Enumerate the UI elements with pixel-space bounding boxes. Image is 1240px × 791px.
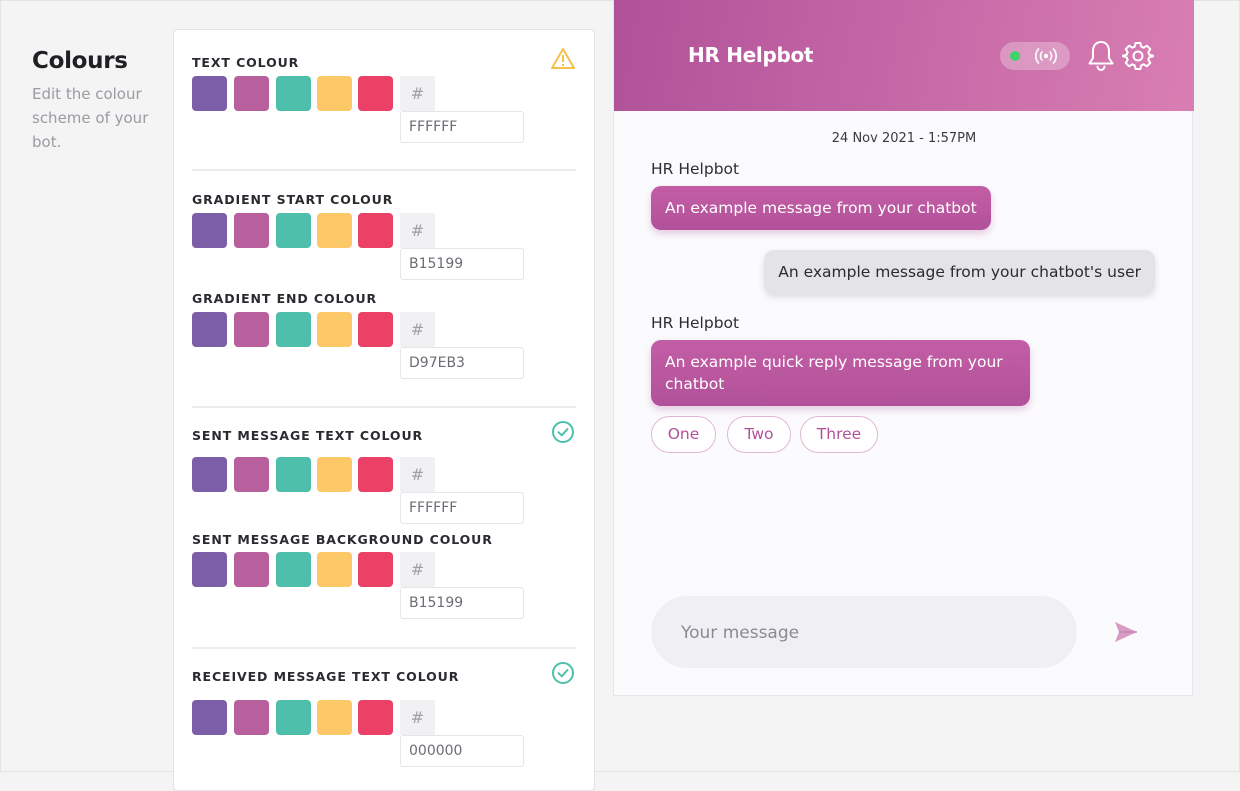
swatch-teal[interactable] — [276, 312, 311, 347]
swatch-purple[interactable] — [192, 76, 227, 111]
field-label: GRADIENT START COLOUR — [192, 192, 394, 207]
gear-icon[interactable] — [1122, 40, 1154, 72]
swatch-row: # — [192, 457, 576, 527]
swatch-purple[interactable] — [192, 457, 227, 492]
hex-input[interactable] — [400, 248, 524, 280]
field-label: TEXT COLOUR — [192, 55, 300, 70]
swatch-magenta[interactable] — [234, 457, 269, 492]
swatch-yellow[interactable] — [317, 76, 352, 111]
hex-input[interactable] — [400, 735, 524, 767]
section-divider — [192, 169, 576, 171]
section-title: Colours — [32, 48, 128, 74]
message-input[interactable] — [679, 596, 1063, 670]
swatch-magenta[interactable] — [234, 312, 269, 347]
swatch-purple[interactable] — [192, 552, 227, 587]
warning-icon — [551, 48, 575, 69]
hex-input[interactable] — [400, 587, 524, 619]
swatch-red[interactable] — [358, 76, 393, 111]
message-sender: HR Helpbot — [651, 314, 740, 332]
hash-prefix: # — [400, 213, 435, 248]
user-message-bubble: An example message from your chatbot's u… — [764, 250, 1155, 294]
check-circle-icon — [552, 421, 574, 443]
swatch-purple[interactable] — [192, 213, 227, 248]
field-label: SENT MESSAGE TEXT COLOUR — [192, 428, 424, 443]
swatch-purple[interactable] — [192, 312, 227, 347]
swatch-magenta[interactable] — [234, 552, 269, 587]
swatch-row: # — [192, 213, 576, 283]
swatch-yellow[interactable] — [317, 552, 352, 587]
colours-intro: Colours Edit the colour scheme of your b… — [32, 48, 162, 154]
swatch-yellow[interactable] — [317, 457, 352, 492]
hash-prefix: # — [400, 700, 435, 735]
bell-icon[interactable] — [1086, 38, 1116, 72]
chat-preview: HR Helpbot 24 Nov 2021 - 1:57PM HR Helpb… — [613, 0, 1194, 696]
swatch-row: # — [192, 76, 576, 146]
online-status-pill — [1000, 42, 1070, 70]
broadcast-icon — [1035, 48, 1057, 64]
swatch-magenta[interactable] — [234, 213, 269, 248]
swatch-teal[interactable] — [276, 213, 311, 248]
bot-name: HR Helpbot — [688, 43, 814, 67]
hash-prefix: # — [400, 552, 435, 587]
swatch-teal[interactable] — [276, 76, 311, 111]
swatch-teal[interactable] — [276, 457, 311, 492]
bot-quick-reply-bubble: An example quick reply message from your… — [651, 340, 1030, 406]
sent-text-colour-field: SENT MESSAGE TEXT COLOUR # — [192, 421, 576, 527]
swatch-teal[interactable] — [276, 700, 311, 735]
swatch-yellow[interactable] — [317, 700, 352, 735]
swatch-magenta[interactable] — [234, 700, 269, 735]
sent-bg-colour-field: SENT MESSAGE BACKGROUND COLOUR # — [192, 531, 576, 622]
swatch-red[interactable] — [358, 312, 393, 347]
hex-input[interactable] — [400, 111, 524, 143]
message-composer — [651, 596, 1077, 670]
swatch-teal[interactable] — [276, 552, 311, 587]
received-text-colour-field: RECEIVED MESSAGE TEXT COLOUR # — [192, 662, 576, 770]
swatch-row: # — [192, 700, 576, 770]
swatch-row: # — [192, 312, 576, 382]
hash-prefix: # — [400, 312, 435, 347]
chat-timestamp: 24 Nov 2021 - 1:57PM — [831, 131, 977, 146]
swatch-magenta[interactable] — [234, 76, 269, 111]
field-label: GRADIENT END COLOUR — [192, 291, 378, 306]
hex-input[interactable] — [400, 492, 524, 524]
bot-message-bubble: An example message from your chatbot — [651, 186, 991, 230]
section-divider — [192, 406, 576, 408]
field-label: SENT MESSAGE BACKGROUND COLOUR — [192, 532, 493, 547]
online-dot — [1010, 51, 1020, 61]
swatch-red[interactable] — [358, 700, 393, 735]
swatch-yellow[interactable] — [317, 213, 352, 248]
check-circle-icon — [552, 662, 574, 684]
swatch-red[interactable] — [358, 552, 393, 587]
hash-prefix: # — [400, 457, 435, 492]
gradient-end-field: GRADIENT END COLOUR # — [192, 290, 576, 382]
swatch-purple[interactable] — [192, 700, 227, 735]
section-divider — [192, 647, 576, 649]
field-label: RECEIVED MESSAGE TEXT COLOUR — [192, 669, 460, 684]
message-sender: HR Helpbot — [651, 160, 740, 178]
text-colour-field: TEXT COLOUR # — [192, 48, 576, 146]
send-icon[interactable] — [1112, 618, 1140, 646]
quick-reply-two[interactable]: Two — [727, 416, 791, 453]
colour-settings-panel: TEXT COLOUR # GRADIENT START COLOUR # — [173, 29, 595, 791]
swatch-row: # — [192, 552, 576, 622]
swatch-red[interactable] — [358, 457, 393, 492]
section-description: Edit the colour scheme of your bot. — [32, 85, 149, 151]
gradient-start-field: GRADIENT START COLOUR # — [192, 191, 576, 283]
hex-input[interactable] — [400, 347, 524, 379]
quick-reply-three[interactable]: Three — [800, 416, 878, 453]
hash-prefix: # — [400, 76, 435, 111]
quick-reply-one[interactable]: One — [651, 416, 716, 453]
swatch-yellow[interactable] — [317, 312, 352, 347]
chat-header: HR Helpbot — [614, 0, 1194, 111]
swatch-red[interactable] — [358, 213, 393, 248]
